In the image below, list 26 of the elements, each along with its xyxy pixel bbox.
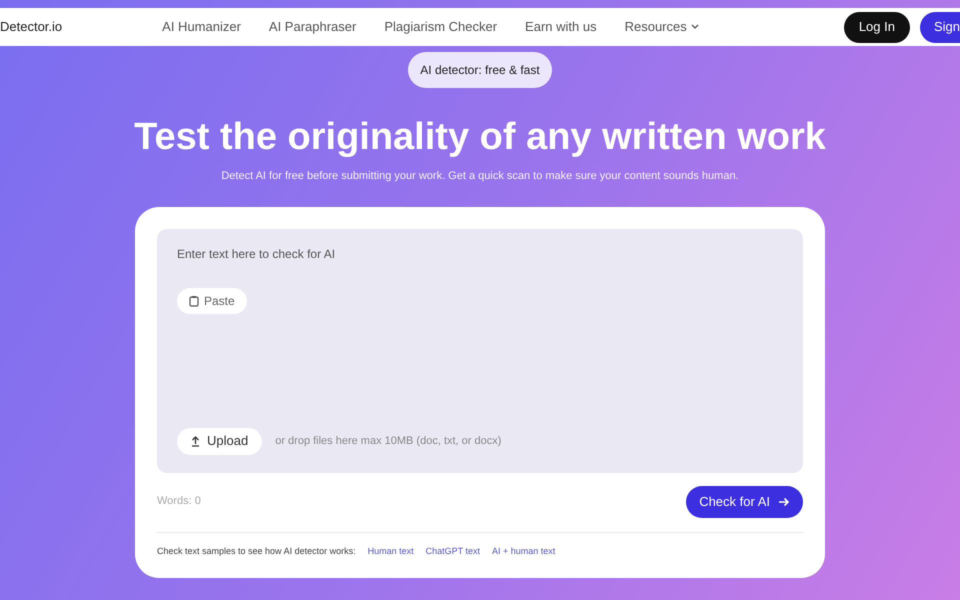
paste-button[interactable]: Paste xyxy=(177,288,247,314)
drop-hint: or drop files here max 10MB (doc, txt, or docx) xyxy=(275,434,502,449)
page-subtitle: Detect AI for free before submitting your work. Get a quick scan to make sure your content sounds human. xyxy=(221,169,739,184)
login-button[interactable]: Log In xyxy=(844,12,910,42)
clipboard-icon xyxy=(189,294,199,306)
text-input-area[interactable]: Enter text here to check for AI Paste Upload or drop files here max 10MB (doc, txt, or docx) xyxy=(157,228,803,472)
chevron-down-icon xyxy=(690,24,699,30)
resources-dropdown[interactable]: Resources xyxy=(624,17,699,37)
sample-link[interactable]: Human text xyxy=(368,544,414,558)
signup-button[interactable]: Sign xyxy=(920,12,960,42)
input-placeholder: Enter text here to check for AI xyxy=(177,246,336,262)
upload-icon xyxy=(191,436,200,446)
arrow-right-icon xyxy=(778,496,790,506)
nav-link[interactable]: AI Humanizer xyxy=(162,17,241,37)
sample-link[interactable]: AI + human text xyxy=(492,544,556,558)
logo-text[interactable]: Detector.io xyxy=(0,17,62,37)
word-count: Words: 0 xyxy=(157,494,201,510)
badge: AI detector: free & fast xyxy=(408,52,552,88)
sample-link[interactable]: ChatGPT text xyxy=(426,544,480,558)
nav-link[interactable]: AI Paraphraser xyxy=(268,17,356,37)
upload-button[interactable]: Upload xyxy=(177,428,262,454)
nav-link[interactable]: Earn with us xyxy=(525,17,597,37)
nav-link[interactable]: Plagiarism Checker xyxy=(384,17,498,37)
check-button[interactable]: Check for AI xyxy=(686,486,803,518)
samples-label: Check text samples to see how AI detector works: xyxy=(157,544,356,558)
page-title: Test the originality of any written work xyxy=(134,118,826,156)
